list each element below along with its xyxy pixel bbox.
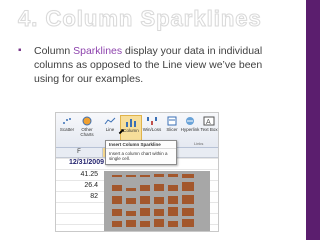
sparkline-bar: [140, 221, 150, 227]
other-charts-icon: [82, 116, 92, 126]
sparkline-bar: [112, 185, 122, 191]
line-button[interactable]: Line: [100, 115, 120, 141]
other-charts-button[interactable]: Other Charts: [77, 115, 97, 141]
group-links: Links: [194, 141, 204, 146]
sparkline-bar: [140, 208, 150, 216]
slicer-button[interactable]: Slicer: [162, 115, 182, 141]
sparkline-bar: [182, 208, 194, 216]
textbox-button[interactable]: A Text Box: [199, 115, 218, 141]
column-label: Column: [123, 128, 139, 133]
column-header-f[interactable]: F: [56, 148, 103, 158]
sparkline-bar: [140, 196, 150, 204]
sparkline-bar: [126, 188, 136, 191]
sparkline-bar: [126, 211, 136, 216]
hyperlink-label: Hyperlink: [180, 127, 200, 132]
sparkline-bar: [168, 207, 178, 216]
scatter-chart-icon: [63, 118, 71, 124]
sparkline-bar: [126, 220, 136, 227]
insert-column-sparkline-tooltip: Insert Column Sparkline Insert a column …: [105, 140, 177, 165]
excel-screenshot: Scatter Other Charts Line Column Win/Los…: [55, 112, 219, 232]
slide-sidebar: [306, 0, 320, 240]
sparkline-bar: [168, 174, 178, 177]
tooltip-title: Insert Column Sparkline: [106, 141, 176, 149]
sparkline-bar: [154, 197, 164, 204]
sparkline-bar: [168, 221, 178, 227]
winloss-sparkline-icon: [147, 117, 157, 125]
date-cell[interactable]: 12/31/2009: [58, 159, 104, 166]
sparkline-bar: [182, 195, 194, 204]
sparkline-bar: [154, 174, 164, 177]
sparkline-bar: [112, 221, 122, 227]
sparkline-bar: [112, 209, 122, 216]
sparkline-bar: [140, 175, 150, 177]
sparkline-bar: [154, 219, 164, 227]
sparkline-bar: [140, 185, 150, 191]
scatter-label: Scatter: [59, 127, 75, 132]
scatter-button[interactable]: Scatter: [57, 115, 77, 141]
line-sparkline-icon: [104, 117, 116, 125]
sparkline-bar: [112, 196, 122, 204]
sparkline-bar: [182, 174, 194, 178]
tooltip-body: Insert a column chart within a single ce…: [109, 151, 168, 161]
value-cell-3[interactable]: 82: [58, 193, 98, 200]
bullet-point: ▪ Column Sparklines display your data in…: [18, 44, 282, 86]
value-cell-2[interactable]: 26.4: [58, 182, 98, 189]
svg-text:A: A: [206, 119, 211, 126]
value-cell-1[interactable]: 41.25: [58, 171, 98, 178]
sparkline-bar: [154, 184, 164, 191]
sparkline-bar: [168, 185, 178, 191]
hyperlink-icon: [186, 117, 194, 125]
sparkline-bar: [154, 209, 164, 216]
bullet-text: Column Sparklines display your data in i…: [20, 44, 282, 86]
other-charts-label: Other Charts: [80, 127, 94, 137]
slide-title: 4. Column Sparklines: [18, 6, 262, 32]
sparkline-bar: [182, 182, 194, 191]
bullet-icon: ▪: [18, 45, 22, 56]
hyperlink-button[interactable]: Hyperlink: [180, 115, 200, 141]
column-sparkline-icon: [126, 119, 136, 127]
column-sparklines-range[interactable]: [104, 171, 210, 231]
sparkline-bar: [126, 175, 136, 177]
sparkline-bar: [112, 175, 122, 177]
mouse-pointer-icon: ⬈: [118, 127, 125, 136]
bullet-highlight: Sparklines: [73, 45, 123, 57]
sparkline-bar: [168, 196, 178, 204]
slicer-label: Slicer: [166, 127, 178, 132]
winloss-label: Win/Loss: [142, 127, 162, 132]
textbox-label: Text Box: [200, 127, 218, 132]
slicer-icon: [167, 116, 177, 126]
sparkline-bar: [126, 198, 136, 204]
winloss-button[interactable]: Win/Loss: [142, 115, 162, 141]
sparkline-bar: [182, 219, 194, 227]
line-label: Line: [105, 127, 115, 132]
bullet-lead: Column: [34, 45, 74, 57]
textbox-icon: A: [203, 116, 215, 126]
